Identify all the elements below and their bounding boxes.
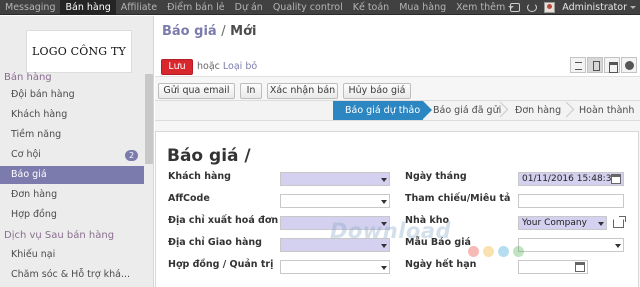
list-view-icon[interactable]	[570, 57, 586, 73]
sidebar-item-label: Cơ hội	[11, 149, 41, 160]
or-label: hoặc	[197, 61, 220, 72]
chevron-down-icon	[598, 222, 604, 226]
menu-accounting[interactable]: Kế toán	[348, 0, 394, 15]
calendar-view-icon[interactable]	[604, 57, 620, 73]
avatar[interactable]	[544, 2, 556, 13]
graph-view-icon[interactable]	[621, 57, 637, 73]
breadcrumb: Báo giá / Mới	[162, 24, 256, 39]
breadcrumb-current: Mới	[230, 24, 257, 39]
chevron-down-icon	[630, 6, 636, 9]
contract-label: Hợp đồng / Quản trị	[168, 259, 274, 270]
chevron-down-icon	[615, 244, 621, 248]
sidebar-item-contracts[interactable]: Hợp đồng	[0, 206, 144, 224]
sidebar-item-helpdesk[interactable]: Chăm sóc & Hỗ trợ khá...	[0, 266, 144, 284]
menu-more[interactable]: Xem thêm	[451, 0, 519, 15]
print-button[interactable]: In	[240, 83, 262, 99]
user-name: Administrator	[562, 2, 627, 13]
messages-icon[interactable]	[510, 3, 521, 12]
form-sheet: Báo giá / Khách hàng AffCode Địa chỉ xuấ…	[155, 131, 639, 287]
count-badge: 2	[125, 150, 138, 161]
sidebar-item-quotations[interactable]: Báo giá	[0, 166, 144, 184]
chevron-down-icon	[381, 178, 387, 182]
topbar-right: Administrator	[510, 0, 636, 15]
watermark-dot	[483, 246, 494, 257]
logo-text: LOGO CÔNG TY	[32, 45, 126, 58]
breadcrumb-parent-link[interactable]: Báo giá	[162, 24, 217, 39]
sidebar-section-sales: Bán hàng	[4, 72, 52, 83]
chevron-down-icon	[381, 244, 387, 248]
menu-pos[interactable]: Điểm bán lẻ	[162, 0, 230, 15]
control-panel: Báo giá / Mới Lưu hoặc Loại bỏ	[155, 16, 640, 77]
sidebar: LOGO CÔNG TY Bán hàng Đội bán hàng Khách…	[0, 16, 154, 287]
breadcrumb-separator: /	[221, 24, 226, 39]
date-order-field[interactable]: 01/11/2016 15:48:38	[518, 172, 624, 186]
power-icon[interactable]	[527, 3, 538, 12]
warehouse-field[interactable]: Your Company	[518, 216, 607, 230]
sidebar-item-sales-orders[interactable]: Đơn hàng	[0, 186, 144, 204]
main-content: Báo giá / Mới Lưu hoặc Loại bỏ Gửi qua e…	[155, 16, 640, 287]
sidebar-item-sales-teams[interactable]: Đội bán hàng	[0, 86, 144, 104]
sidebar-item-claims[interactable]: Khiếu nại	[0, 246, 144, 264]
watermark-dot	[468, 246, 479, 257]
discard-link[interactable]: Loại bỏ	[223, 61, 257, 72]
form-title: Báo giá /	[167, 146, 251, 166]
stage-quotation-sent[interactable]: Báo giá đã gửi	[433, 101, 501, 120]
customer-label: Khách hàng	[168, 171, 231, 182]
company-logo[interactable]: LOGO CÔNG TY	[26, 30, 132, 73]
calendar-icon[interactable]	[575, 262, 585, 272]
warehouse-value: Your Company	[522, 218, 587, 228]
expiry-date-label: Ngày hết hạn	[405, 259, 477, 270]
delivery-address-label: Địa chỉ Giao hàng	[168, 237, 262, 248]
view-switcher	[570, 57, 637, 73]
reference-field[interactable]	[518, 194, 624, 208]
stage-sales-order[interactable]: Đơn hàng	[515, 101, 561, 120]
download-watermark: Download	[330, 219, 452, 243]
stage-done[interactable]: Hoàn thành	[579, 101, 634, 120]
contract-field[interactable]	[280, 260, 390, 274]
menu-more-label: Xem thêm	[456, 2, 506, 13]
external-link-icon[interactable]	[613, 216, 626, 228]
status-bar: Báo giá dự thảo Báo giá đã gửi Đơn hàng …	[155, 100, 640, 121]
affcode-field[interactable]	[280, 194, 390, 208]
quotation-template-field[interactable]	[518, 238, 624, 252]
main-menu: Messaging Bán hàng Affiliate Điểm bán lẻ…	[0, 0, 519, 15]
discard-row: hoặc Loại bỏ	[197, 61, 257, 72]
watermark-dot	[513, 246, 524, 257]
date-label: Ngày tháng	[405, 171, 467, 182]
date-order-value: 01/11/2016 15:48:38	[522, 174, 618, 184]
sidebar-item-opportunities[interactable]: Cơ hội 2	[0, 146, 144, 164]
chevron-down-icon	[381, 200, 387, 204]
send-email-button[interactable]: Gửi qua email	[158, 83, 235, 99]
menu-messaging[interactable]: Messaging	[0, 0, 60, 15]
menu-affiliate[interactable]: Affiliate	[116, 0, 162, 15]
watermark-dots	[468, 246, 524, 257]
customer-field[interactable]	[280, 172, 390, 186]
sidebar-section-after-sales: Dịch vụ Sau bán hàng	[4, 230, 115, 241]
confirm-sale-button[interactable]: Xác nhận bán	[267, 83, 338, 99]
menu-sales[interactable]: Bán hàng	[60, 0, 116, 15]
cancel-quotation-button[interactable]: Hủy báo giá	[343, 83, 411, 99]
sidebar-scrollbar[interactable]	[145, 74, 153, 164]
user-menu[interactable]: Administrator	[562, 2, 636, 13]
menu-purchase[interactable]: Mua hàng	[394, 0, 451, 15]
save-button[interactable]: Lưu	[161, 59, 193, 75]
invoice-address-label: Địa chỉ xuất hoá đơn	[168, 215, 279, 226]
expiry-date-field[interactable]	[518, 260, 588, 274]
sidebar-item-leads[interactable]: Tiềm năng	[0, 126, 144, 144]
reference-label: Tham chiếu/Miêu tả	[405, 193, 511, 204]
menu-quality-control[interactable]: Quality control	[268, 0, 348, 15]
affcode-label: AffCode	[168, 193, 210, 204]
chevron-down-icon	[381, 266, 387, 270]
stage-draft-quotation[interactable]: Báo giá dự thảo	[333, 101, 432, 120]
watermark-dot	[498, 246, 509, 257]
calendar-icon[interactable]	[611, 174, 621, 184]
menu-project[interactable]: Dự án	[230, 0, 268, 15]
top-navbar: Messaging Bán hàng Affiliate Điểm bán lẻ…	[0, 0, 640, 15]
sidebar-item-customers[interactable]: Khách hàng	[0, 106, 144, 124]
form-view-icon[interactable]	[587, 57, 603, 73]
